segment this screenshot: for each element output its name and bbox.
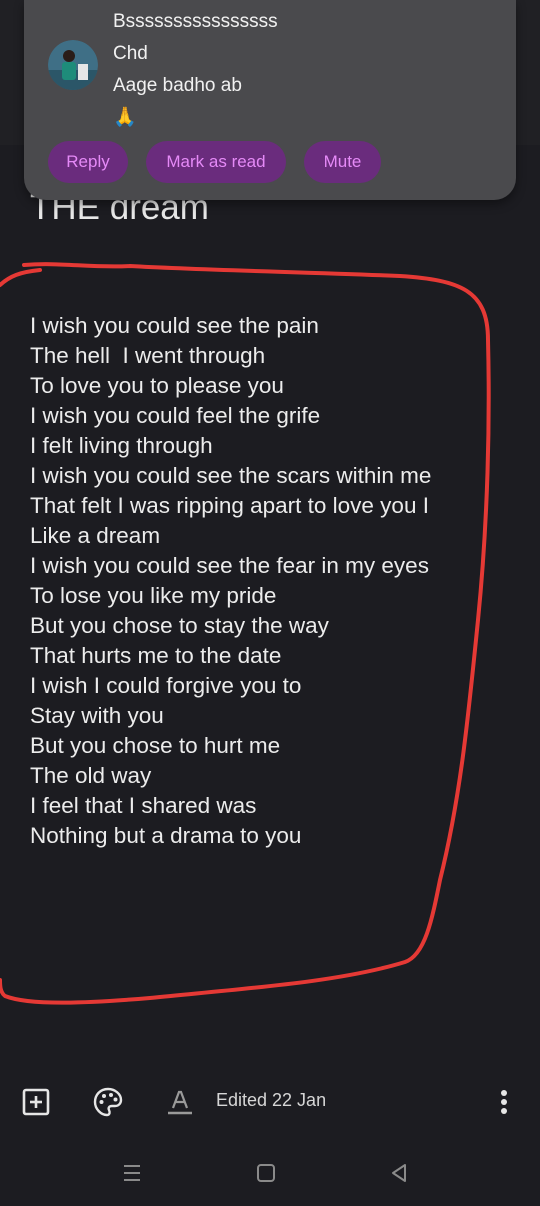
note-line: I wish I could forgive you to — [30, 673, 302, 698]
screen: THE dream Bssssssssssssssss Chd Aage bad… — [0, 0, 540, 1206]
note-toolbar: Edited 22 Jan — [0, 1074, 540, 1130]
notification-content: Bssssssssssssssss Chd Aage badho ab 🙏 — [113, 6, 278, 134]
note-line: To lose you like my pride — [30, 583, 277, 608]
avatar — [48, 40, 98, 90]
note-line: To love you to please you — [30, 373, 284, 398]
mark-as-read-button[interactable]: Mark as read — [146, 141, 286, 183]
note-line: That felt I was ripping apart to love yo… — [30, 493, 429, 518]
home-icon[interactable] — [251, 1158, 281, 1188]
reply-button[interactable]: Reply — [48, 141, 128, 183]
edited-timestamp: Edited 22 Jan — [216, 1090, 327, 1110]
note-line: That hurts me to the date — [30, 643, 282, 668]
message-notification[interactable]: Bssssssssssssssss Chd Aage badho ab 🙏 Re… — [24, 0, 516, 200]
note-line: The old way — [30, 763, 152, 788]
more-vert-icon[interactable] — [488, 1086, 520, 1118]
note-line: Like a dream — [30, 523, 161, 548]
note-line: I wish you could see the pain — [30, 313, 319, 338]
note-line: I felt living through — [30, 433, 213, 458]
back-icon[interactable] — [384, 1158, 414, 1188]
note-line: The hell I went through — [30, 343, 266, 368]
recents-icon[interactable] — [117, 1158, 147, 1188]
note-body[interactable]: I wish you could see the pain The hell I … — [30, 311, 431, 851]
note-line: I wish you could feel the grife — [30, 403, 321, 428]
note-line: But you chose to stay the way — [30, 613, 329, 638]
palette-icon[interactable] — [92, 1086, 124, 1118]
note-line: But you chose to hurt me — [30, 733, 281, 758]
notification-message: Aage badho ab — [113, 75, 242, 96]
note-line: Stay with you — [30, 703, 164, 728]
system-navigation-bar — [0, 1140, 540, 1206]
note-line: I feel that I shared was — [30, 793, 257, 818]
text-format-icon[interactable] — [164, 1086, 196, 1118]
mute-button[interactable]: Mute — [304, 141, 381, 183]
note-line: I wish you could see the fear in my eyes — [30, 553, 429, 578]
notification-message: Chd — [113, 43, 148, 64]
notification-actions: Reply Mark as read Mute — [48, 141, 381, 183]
notification-emoji: 🙏 — [113, 107, 137, 128]
note-line: I wish you could see the scars within me — [30, 463, 432, 488]
note-line: Nothing but a drama to you — [30, 823, 302, 848]
notification-sender: Bssssssssssssssss — [113, 11, 278, 32]
add-box-icon[interactable] — [20, 1086, 52, 1118]
